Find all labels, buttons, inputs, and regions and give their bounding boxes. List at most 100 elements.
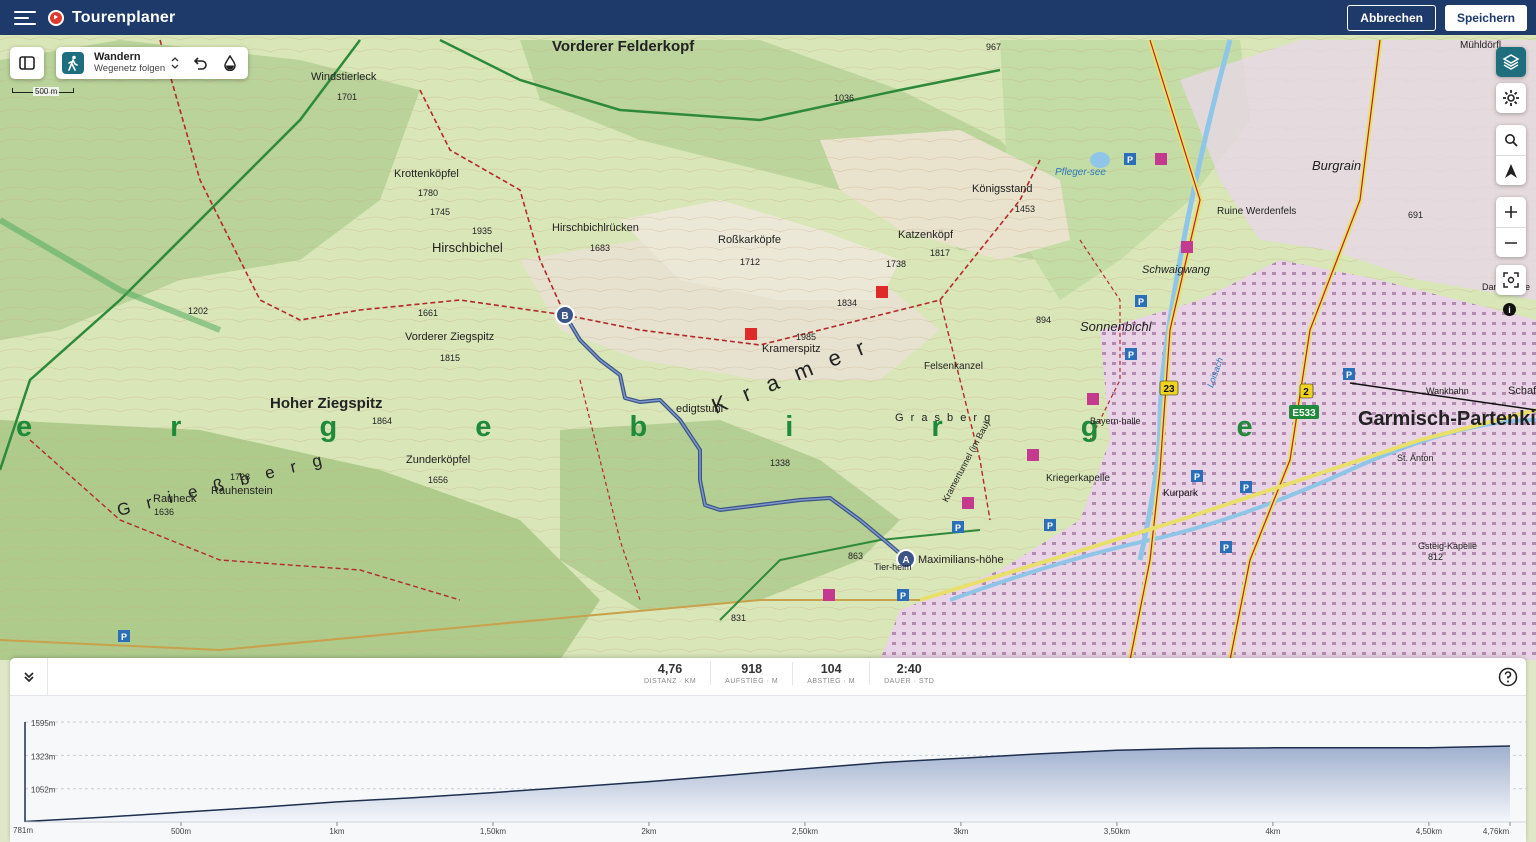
fit-route-button[interactable] <box>1496 265 1526 295</box>
minus-icon <box>1505 241 1517 244</box>
routing-label: Wegenetz folgen <box>94 63 166 74</box>
x-tick-label: 4,50km <box>1416 827 1443 836</box>
svg-text:B: B <box>561 311 568 322</box>
map-canvas[interactable]: B A P P P P P P P P P P P 23 2 E533 Vord… <box>0 35 1536 660</box>
route-mode-panel: Wandern Wegenetz folgen <box>56 47 248 79</box>
svg-text:P: P <box>1346 370 1352 380</box>
info-icon[interactable]: i <box>1503 303 1516 316</box>
stat-descent-value: 104 <box>820 662 842 676</box>
svg-text:P: P <box>1047 521 1053 531</box>
svg-text:P: P <box>900 591 906 601</box>
help-button[interactable] <box>1498 667 1518 687</box>
chevron-updown-icon[interactable] <box>171 56 179 71</box>
search-button[interactable] <box>1496 125 1526 155</box>
svg-text:1745: 1745 <box>430 207 450 217</box>
svg-text:2: 2 <box>1303 387 1309 398</box>
y-tick-label: 1323m <box>31 752 56 761</box>
route-mode-selector[interactable]: Wandern Wegenetz folgen <box>94 51 166 75</box>
svg-text:Hirschbichel: Hirschbichel <box>432 240 503 255</box>
route-end-marker[interactable]: B <box>555 305 575 325</box>
stat-distance: 4,76 DISTANZ · KM <box>630 662 712 685</box>
top-bar: Tourenplaner Abbrechen Speichern <box>0 0 1536 35</box>
x-tick-label: 2,50km <box>792 827 819 836</box>
cancel-button[interactable]: Abbrechen <box>1347 4 1436 31</box>
svg-text:1834: 1834 <box>837 298 857 308</box>
svg-text:P: P <box>1243 483 1249 493</box>
x-tick-label: 2km <box>641 827 656 836</box>
elevation-chart[interactable]: 781m 1052m 1323m 1595m 500m 1km 1,50km 2km 2,50k… <box>10 696 1526 842</box>
svg-text:Schaf: Schaf <box>1508 385 1536 397</box>
plus-icon <box>1505 206 1517 218</box>
svg-text:Katzenköpf: Katzenköpf <box>898 229 954 241</box>
sidebar-icon <box>19 56 35 70</box>
svg-text:Schwaigwang: Schwaigwang <box>1142 264 1211 276</box>
y-tick-label: 781m <box>13 826 33 835</box>
svg-text:1817: 1817 <box>930 248 950 258</box>
menu-icon[interactable] <box>14 7 36 29</box>
locate-button[interactable] <box>1496 155 1526 185</box>
stat-descent-label: ABSTIEG · M <box>807 678 856 685</box>
svg-text:P: P <box>955 523 961 533</box>
stat-distance-value: 4,76 <box>657 662 683 676</box>
zoom-out-button[interactable] <box>1496 227 1526 257</box>
svg-text:Krottenköpfel: Krottenköpfel <box>394 168 459 180</box>
navigation-arrow-icon <box>1505 163 1517 178</box>
map-controls <box>1496 47 1526 301</box>
activity-label: Wandern <box>94 51 141 63</box>
svg-text:Vorderer Felderkopf: Vorderer Felderkopf <box>552 38 695 55</box>
svg-text:Windstierleck: Windstierleck <box>311 71 377 83</box>
svg-text:Wankbahn: Wankbahn <box>1426 386 1469 396</box>
svg-text:1712: 1712 <box>740 257 760 267</box>
stat-ascent-label: AUFSTIEG · M <box>725 678 779 685</box>
svg-text:1780: 1780 <box>418 188 438 198</box>
svg-text:1728: 1728 <box>230 472 250 482</box>
svg-text:23: 23 <box>1163 384 1175 395</box>
scale-label: 500 m <box>33 87 60 96</box>
svg-text:P: P <box>1194 472 1200 482</box>
svg-text:967: 967 <box>986 42 1001 52</box>
stat-descent: 104 ABSTIEG · M <box>793 662 871 685</box>
svg-text:1815: 1815 <box>440 353 460 363</box>
stat-duration: 2:40 DAUER · STD <box>870 662 948 685</box>
svg-text:863: 863 <box>848 551 863 561</box>
map-scale: 500 m <box>12 87 78 96</box>
zoom-group <box>1496 197 1526 257</box>
svg-text:1701: 1701 <box>337 92 357 102</box>
zoom-in-button[interactable] <box>1496 197 1526 227</box>
svg-text:Königsstand: Königsstand <box>972 183 1033 195</box>
x-tick-label: 3,50km <box>1104 827 1131 836</box>
stat-distance-label: DISTANZ · KM <box>644 678 697 685</box>
svg-text:P: P <box>1223 543 1229 553</box>
svg-text:P: P <box>1138 297 1144 307</box>
svg-text:1985: 1985 <box>796 332 816 342</box>
collapse-profile-button[interactable] <box>10 657 48 696</box>
svg-text:1661: 1661 <box>418 308 438 318</box>
svg-text:894: 894 <box>1036 315 1051 325</box>
svg-text:Kriegerkapelle: Kriegerkapelle <box>1046 473 1110 484</box>
svg-text:1656: 1656 <box>428 475 448 485</box>
hiking-icon[interactable] <box>62 52 84 74</box>
svg-text:Burgrain: Burgrain <box>1312 158 1361 173</box>
navigation-group <box>1496 125 1526 185</box>
svg-text:Sonnenbichl: Sonnenbichl <box>1080 319 1153 334</box>
svg-text:1636: 1636 <box>154 507 174 517</box>
svg-text:1453: 1453 <box>1015 204 1035 214</box>
svg-text:1935: 1935 <box>472 226 492 236</box>
layers-button[interactable] <box>1496 47 1526 77</box>
svg-text:Hoher Ziegspitz: Hoher Ziegspitz <box>270 395 383 412</box>
svg-text:Garmisch-Partenkirchen: Garmisch-Partenkirchen <box>1358 408 1536 430</box>
x-tick-label: 1km <box>329 827 344 836</box>
save-button[interactable]: Speichern <box>1444 4 1527 31</box>
undo-icon[interactable] <box>191 54 209 72</box>
svg-text:Rauhenstein: Rauhenstein <box>211 485 273 497</box>
fit-screen-icon <box>1503 272 1519 288</box>
svg-text:812: 812 <box>1428 552 1443 562</box>
x-tick-label: 4km <box>1265 827 1280 836</box>
settings-button[interactable] <box>1496 83 1526 113</box>
stat-duration-label: DAUER · STD <box>884 678 935 685</box>
svg-text:Gsteig-Kapelle: Gsteig-Kapelle <box>1418 541 1477 551</box>
route-stats: 4,76 DISTANZ · KM 918 AUFSTIEG · M 104 A… <box>630 662 948 685</box>
water-drop-icon[interactable] <box>221 54 239 72</box>
sidebar-toggle-button[interactable] <box>10 47 44 79</box>
elevation-profile-panel: 4,76 DISTANZ · KM 918 AUFSTIEG · M 104 A… <box>10 657 1526 842</box>
